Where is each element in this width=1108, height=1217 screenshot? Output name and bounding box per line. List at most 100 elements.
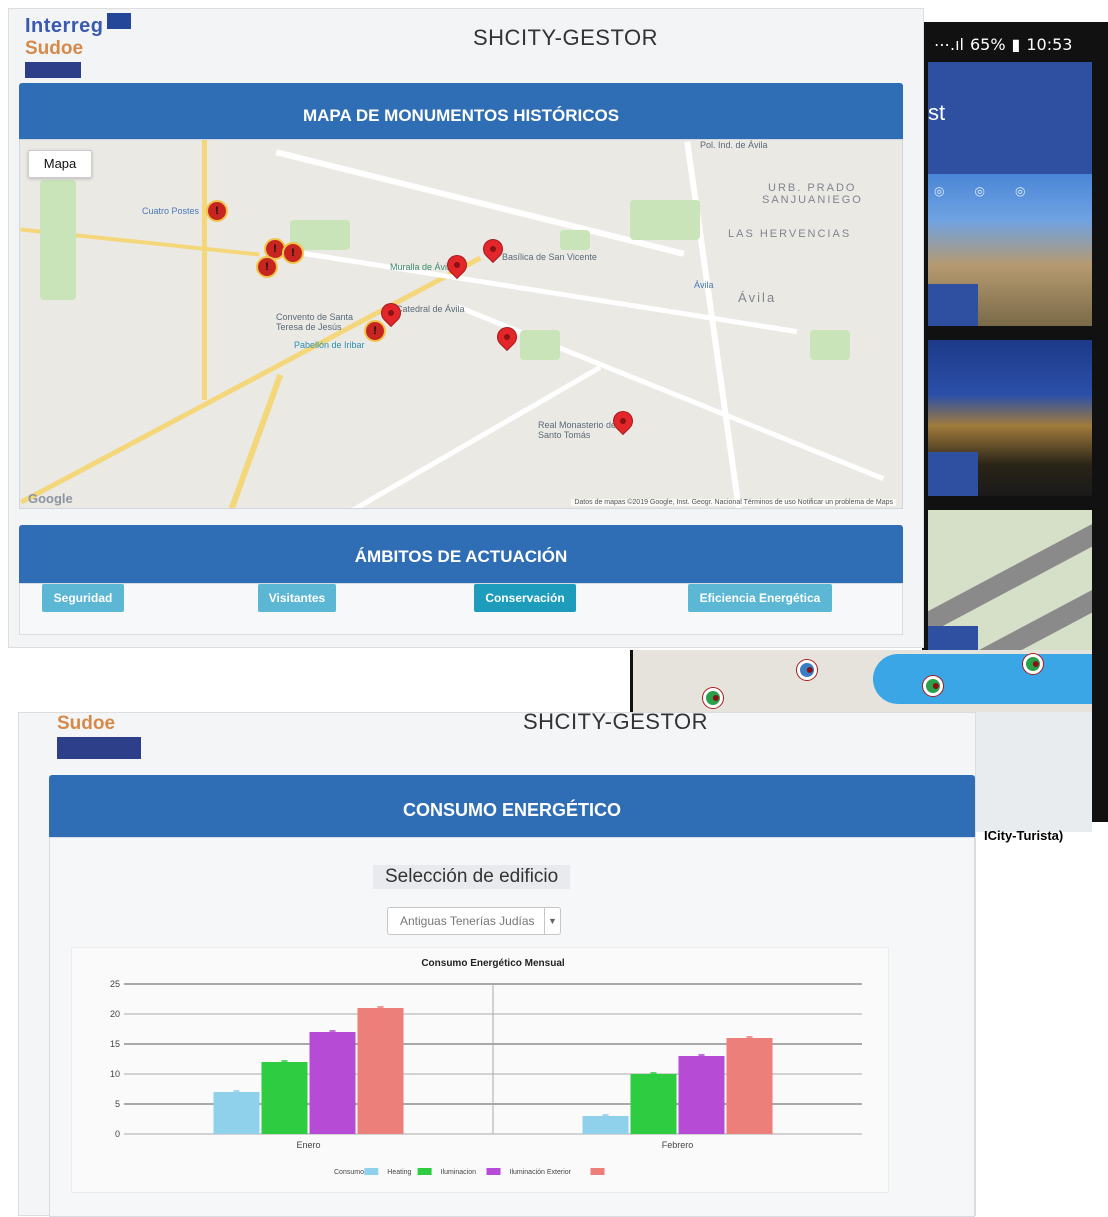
y-tick-label: 0 — [115, 1129, 120, 1139]
bar-cap — [233, 1090, 240, 1093]
parking-pin-icon — [792, 655, 822, 685]
park-area — [810, 330, 850, 360]
park-area — [520, 330, 560, 360]
building-selection-label: Selección de edificio — [373, 865, 571, 889]
park-area — [630, 200, 700, 240]
chart-title: Consumo Energético Mensual — [421, 958, 565, 969]
chevron-down-icon: ▼ — [544, 908, 560, 934]
park-area — [560, 230, 590, 250]
interreg-sudoe-logo: Interreg Sudoe — [25, 13, 145, 78]
map-label-cuatro-postes: Cuatro Postes — [142, 206, 200, 216]
map-label-avila-station: Ávila — [694, 280, 714, 290]
map-label-las-hervencias: LAS HERVENCIAS — [728, 228, 852, 240]
phone-card-caption — [928, 452, 978, 496]
seguridad-button[interactable]: Seguridad — [42, 584, 124, 612]
map-label-sanjuaniego: SANJUANIEGO — [762, 194, 863, 206]
phone-card-icons: ◎ ◎ ◎ — [928, 184, 1078, 204]
poi-pin-icon — [698, 683, 728, 712]
phone-header-text: st — [928, 100, 946, 125]
y-tick-label: 25 — [110, 979, 120, 989]
phone-card-caption — [928, 284, 978, 326]
gestor-energy-screen: Sudoe SHCITY-GESTOR CONSUMO ENERGÉTICO S… — [18, 709, 976, 1217]
legend-label: Iluminacion — [441, 1169, 477, 1176]
visitantes-button[interactable]: Visitantes — [258, 584, 336, 612]
bar-0-2 — [309, 1032, 356, 1134]
logo-sudoe-text: Sudoe — [57, 713, 116, 734]
logo-sudoe-text: Sudoe — [25, 38, 84, 59]
logo-interreg-text: Interreg — [25, 15, 104, 37]
legend-swatch — [590, 1168, 605, 1175]
battery-percent: 65% — [969, 34, 1006, 54]
bar-1-3 — [726, 1038, 773, 1134]
conservacion-button[interactable]: Conservación — [474, 584, 576, 612]
bar-0-3 — [357, 1008, 404, 1134]
map-attribution[interactable]: Datos de mapas ©2019 Google, Inst. Geogr… — [571, 499, 896, 506]
map-label-basilica: Basílica de San Vicente — [502, 252, 597, 262]
bar-cap — [377, 1006, 384, 1009]
x-category-label: Febrero — [662, 1140, 694, 1150]
interreg-sudoe-logo: Sudoe — [57, 713, 177, 759]
highway-road — [20, 255, 482, 505]
y-tick-label: 10 — [110, 1069, 120, 1079]
alert-marker-icon[interactable]: ! — [206, 200, 228, 222]
eficiencia-energetica-button[interactable]: Eficiencia Energética — [688, 584, 832, 612]
monuments-map[interactable]: Cuatro Postes URB. PRADO SANJUANIEGO LAS… — [19, 139, 903, 509]
map-section-header: MAPA DE MONUMENTOS HISTÓRICOS — [19, 83, 903, 141]
alert-marker-icon[interactable]: ! — [364, 320, 386, 342]
google-logo: Google — [28, 491, 73, 506]
map-label-convento: Convento de Santa Teresa de Jesús — [276, 312, 354, 332]
bar-cap — [650, 1072, 657, 1075]
bar-1-0 — [582, 1116, 629, 1134]
bar-1-2 — [678, 1056, 725, 1134]
energy-chart-container: Consumo Energético Mensual 25 20 15 10 5 0 Ener… — [71, 947, 889, 1193]
circle-icon: ◎ — [1014, 184, 1026, 198]
map-label-muralla: Muralla de Ávila — [390, 262, 455, 272]
phone-app-header: st — [928, 62, 1092, 174]
phone-time: 10:53 — [1026, 34, 1073, 54]
bar-0-0 — [213, 1092, 260, 1134]
battery-icon: ▮ — [1011, 34, 1021, 54]
gestor-map-screen: Interreg Sudoe SHCITY-GESTOR MAPA DE MON… — [8, 8, 924, 648]
building-select[interactable]: Antiguas Tenerías Judías ▼ — [387, 907, 561, 935]
circle-icon: ◎ — [934, 184, 945, 198]
legend-swatch — [486, 1168, 501, 1175]
legend-label: Iluminación Exterior — [510, 1169, 572, 1176]
app-title: SHCITY-GESTOR — [473, 25, 658, 50]
bar-cap — [329, 1030, 336, 1033]
energy-bar-chart: Consumo Energético Mensual 25 20 15 10 5 0 Ener… — [110, 958, 862, 1176]
bar-cap — [746, 1036, 753, 1039]
circle-icon: ◎ — [974, 184, 985, 198]
y-tick-label: 15 — [110, 1039, 120, 1049]
x-category-label: Enero — [296, 1140, 320, 1150]
bar-cap — [602, 1114, 609, 1117]
ambitos-section-header: ÁMBITOS DE ACTUACIÓN — [19, 525, 903, 583]
smart-heritage-city-logo — [25, 62, 81, 78]
smart-heritage-city-logo — [57, 737, 141, 759]
building-select-value: Antiguas Tenerías Judías — [400, 914, 535, 928]
legend-swatch — [364, 1168, 379, 1175]
app-title: SHCITY-GESTOR — [523, 709, 708, 734]
phone-figure-caption: ICity-Turista) — [984, 828, 1064, 843]
alert-marker-icon[interactable]: ! — [282, 242, 304, 264]
city-map-illustration — [630, 650, 1092, 712]
bar-1-1 — [630, 1074, 677, 1134]
railway — [684, 141, 742, 508]
map-label-pabellon: Pabellón de Iribar — [294, 340, 365, 350]
bar-cap — [698, 1054, 705, 1057]
highway-road — [202, 140, 207, 400]
bar-cap — [281, 1060, 288, 1063]
map-label-urb-prado: URB. PRADO — [768, 182, 857, 194]
eu-flag-icon — [107, 13, 132, 29]
signal-icon: ⋯.ıl — [934, 34, 964, 54]
energy-section-header: CONSUMO ENERGÉTICO — [49, 775, 975, 837]
map-label-pol-ind: Pol. Ind. de Ávila — [700, 140, 768, 150]
water-shape — [873, 654, 1092, 704]
legend-label: Heating — [387, 1169, 411, 1176]
y-tick-label: 5 — [115, 1099, 120, 1109]
phone-status-bar: ⋯.ıl 65% ▮ 10:53 — [928, 30, 1102, 58]
map-type-button[interactable]: Mapa — [28, 150, 92, 178]
bar-0-1 — [261, 1062, 308, 1134]
alert-marker-icon[interactable]: ! — [256, 256, 278, 278]
highway-road — [222, 373, 284, 508]
y-tick-label: 20 — [110, 1009, 120, 1019]
